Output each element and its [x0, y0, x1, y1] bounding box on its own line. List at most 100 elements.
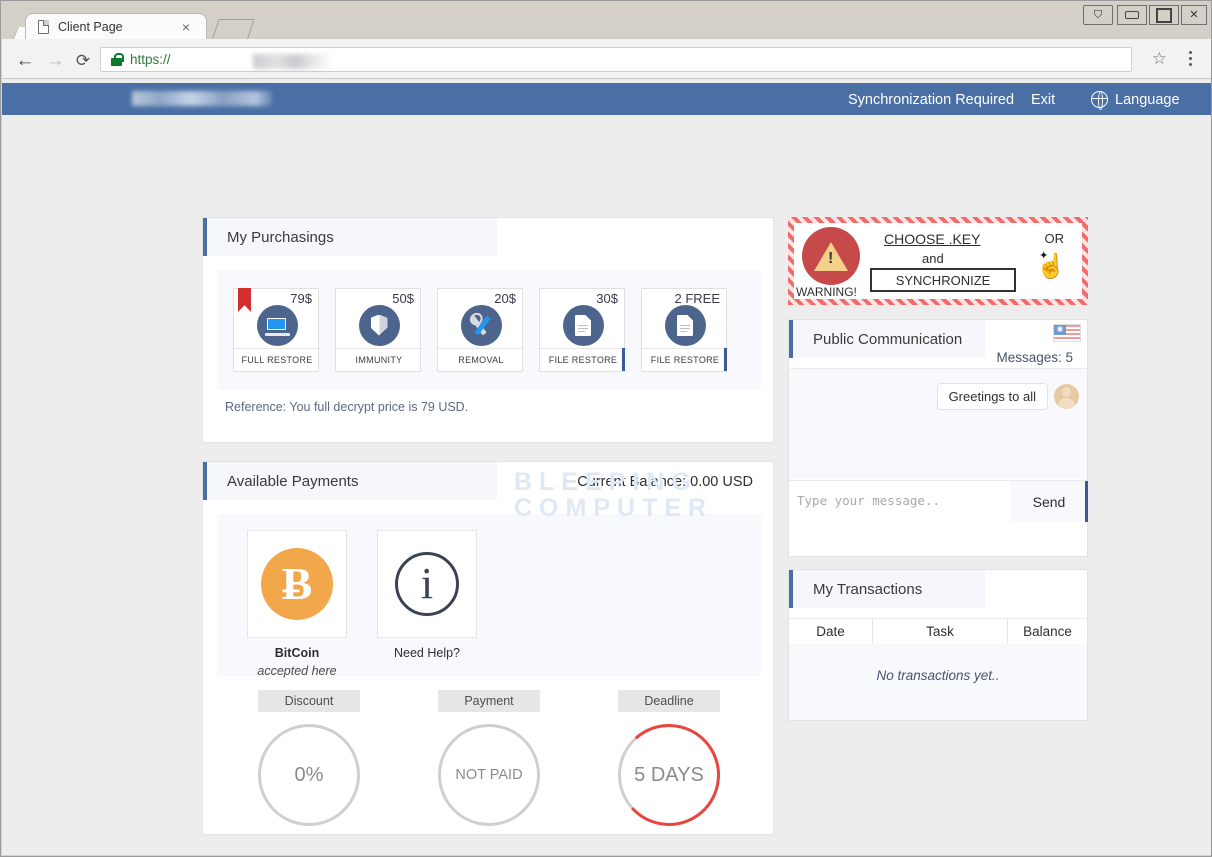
- chat-bubble-text: Greetings to all: [937, 383, 1048, 410]
- close-icon[interactable]: ×: [178, 19, 194, 35]
- product-card-file-restore-free[interactable]: 2 FREE FILE RESTORE: [641, 288, 727, 372]
- product-card-full-restore[interactable]: 79$ FULL RESTORE: [233, 288, 319, 372]
- product-card-immunity[interactable]: 50$ IMMUNITY: [335, 288, 421, 372]
- send-accent-bar: [1085, 481, 1088, 522]
- nav-language-link[interactable]: Language: [1115, 92, 1180, 108]
- product-icon-wrap: [438, 303, 524, 347]
- page-title: Available Payments: [227, 473, 358, 490]
- and-label: and: [922, 251, 944, 266]
- browser-tab[interactable]: Client Page ×: [25, 13, 207, 40]
- minimize-button[interactable]: [1117, 5, 1147, 25]
- browser-menu-icon[interactable]: [1183, 48, 1197, 68]
- discount-gauge: Discount 0%: [258, 690, 360, 814]
- page-title: My Purchasings: [227, 229, 334, 246]
- product-label: FULL RESTORE: [234, 348, 320, 371]
- product-label: FILE RESTORE: [540, 348, 626, 371]
- my-transactions-panel: My Transactions Date Task Balance No tra…: [788, 569, 1088, 721]
- new-tab-button[interactable]: [211, 19, 254, 41]
- url-redacted-region: [253, 54, 331, 69]
- reload-icon[interactable]: ⟳: [72, 49, 94, 71]
- back-icon[interactable]: ←: [14, 49, 36, 71]
- nav-sync-status[interactable]: Synchronization Required: [848, 92, 1014, 108]
- page-viewport: Synchronization Required Exit Language M…: [2, 79, 1211, 855]
- need-help-tile[interactable]: i: [377, 530, 477, 638]
- nav-exit-link[interactable]: Exit: [1031, 92, 1055, 108]
- choose-key-link[interactable]: CHOOSE .KEY: [884, 231, 980, 247]
- product-icon-wrap: [336, 303, 422, 347]
- payment-status-gauge: Payment NOT PAID: [438, 690, 540, 814]
- table-header-row: Date Task Balance: [789, 618, 1087, 644]
- panel-header: Available Payments: [203, 462, 497, 500]
- my-purchasings-panel: My Purchasings 79$ FULL RESTORE 50$: [202, 217, 774, 443]
- gauge-label: Payment: [438, 690, 540, 712]
- bitcoin-subcaption: accepted here: [247, 664, 347, 678]
- url-text: https://: [130, 52, 171, 67]
- product-icon-wrap: [540, 303, 626, 347]
- panel-header: My Transactions: [789, 570, 985, 608]
- gauge-value: 0%: [258, 724, 360, 826]
- shield-icon: [359, 305, 400, 346]
- warning-panel: WARNING! CHOOSE .KEY and SYNCHRONIZE OR …: [788, 217, 1088, 305]
- need-help-caption: Need Help?: [377, 646, 477, 660]
- product-card-file-restore-paid[interactable]: 30$ FILE RESTORE: [539, 288, 625, 372]
- maximize-button[interactable]: [1149, 5, 1179, 25]
- close-icon: ✕: [1189, 10, 1198, 21]
- bookmark-star-icon[interactable]: ☆: [1152, 50, 1167, 67]
- us-flag-icon[interactable]: ✱: [1053, 324, 1081, 342]
- chat-message-log: Greetings to all: [789, 368, 1087, 479]
- payment-methods-area: Ƀ i BitCoin accepted here Need Help?: [217, 514, 761, 676]
- deadline-gauge: Deadline 5 DAYS: [618, 690, 720, 814]
- product-label: FILE RESTORE: [642, 348, 728, 371]
- synchronize-button[interactable]: SYNCHRONIZE: [870, 268, 1016, 292]
- close-window-button[interactable]: ✕: [1181, 5, 1207, 25]
- panel-header: Public Communication: [789, 320, 985, 358]
- reference-text: Reference: You full decrypt price is 79 …: [225, 400, 468, 414]
- product-icon-wrap: [234, 303, 320, 347]
- product-label: IMMUNITY: [336, 348, 422, 371]
- page-title: Public Communication: [813, 331, 962, 348]
- click-rays-icon: ✦: [1039, 251, 1048, 262]
- warning-triangle-icon: [802, 227, 860, 285]
- gauge-value: NOT PAID: [438, 724, 540, 826]
- address-bar[interactable]: https://: [100, 47, 1132, 72]
- public-communication-panel: Public Communication ✱ Messages: 5 Greet…: [788, 319, 1088, 557]
- card-accent-bar: [724, 348, 727, 371]
- bitcoin-icon: Ƀ: [261, 548, 333, 620]
- laptop-icon: [257, 305, 298, 346]
- current-balance-text: Current Balance: 0.00 USD: [577, 474, 753, 490]
- available-payments-panel: Available Payments Current Balance: 0.00…: [202, 461, 774, 835]
- document-icon: [665, 305, 706, 346]
- gauge-value: 5 DAYS: [618, 724, 720, 826]
- page-title: My Transactions: [813, 581, 922, 598]
- document-icon: [563, 305, 604, 346]
- warning-label: WARNING!: [796, 285, 857, 299]
- forward-icon[interactable]: →: [44, 49, 66, 71]
- product-card-grid: 79$ FULL RESTORE 50$ IMMUNITY: [217, 270, 761, 390]
- empty-state-text: No transactions yet..: [789, 644, 1087, 720]
- send-button[interactable]: Send: [1011, 481, 1087, 522]
- avatar: [1054, 384, 1079, 409]
- browser-toolbar: ← → ⟳ https:// ☆: [2, 39, 1211, 79]
- site-brand-redacted: [132, 91, 272, 106]
- info-icon: i: [395, 552, 459, 616]
- product-card-removal[interactable]: 20$ REMOVAL: [437, 288, 523, 372]
- tools-icon: [461, 305, 502, 346]
- gauge-ring: NOT PAID: [438, 724, 540, 826]
- site-navbar: Synchronization Required Exit Language: [2, 83, 1211, 115]
- person-icon: ⛉: [1094, 10, 1102, 21]
- message-input[interactable]: Type your message..: [797, 493, 940, 508]
- window-titlebar: Client Page × ⛉ ✕: [1, 1, 1211, 39]
- browser-window: Client Page × ⛉ ✕ ← → ⟳ https:// ☆ S: [0, 0, 1212, 857]
- column-header-balance: Balance: [1008, 619, 1087, 644]
- globe-icon: [1091, 91, 1108, 108]
- product-label: REMOVAL: [438, 348, 524, 371]
- gauge-label: Deadline: [618, 690, 720, 712]
- gauge-ring: 0%: [258, 724, 360, 826]
- user-profile-icon[interactable]: ⛉: [1083, 5, 1113, 25]
- or-label: OR: [1045, 231, 1065, 246]
- tab-title: Client Page: [58, 20, 123, 34]
- panel-header: My Purchasings: [203, 218, 497, 256]
- bitcoin-payment-tile[interactable]: Ƀ: [247, 530, 347, 638]
- gauge-ring: 5 DAYS: [618, 724, 720, 826]
- gauge-label: Discount: [258, 690, 360, 712]
